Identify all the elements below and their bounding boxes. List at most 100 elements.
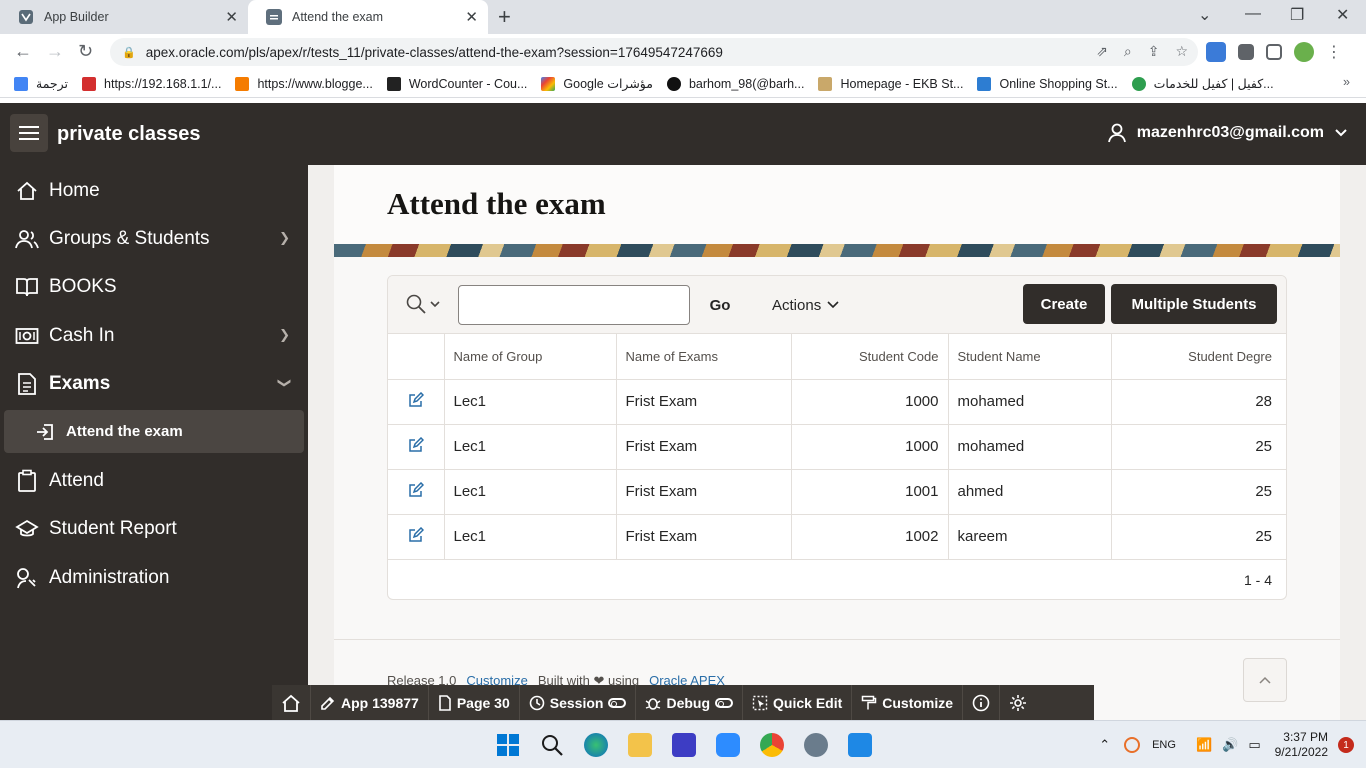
- zoom-icon[interactable]: ⌕: [1124, 43, 1132, 60]
- edge-icon[interactable]: [584, 733, 608, 757]
- chevron-up-icon[interactable]: ⌃: [1099, 737, 1110, 753]
- edit-icon[interactable]: [408, 391, 424, 412]
- bookmark-wordcounter[interactable]: WordCounter - Cou...: [386, 76, 527, 91]
- bookmark-router[interactable]: https://192.168.1.1/...: [82, 76, 221, 91]
- chrome-menu-icon[interactable]: ⋮: [1326, 42, 1342, 62]
- column-header-student-name[interactable]: Student Name: [948, 334, 1112, 380]
- windows-start-icon[interactable]: [496, 733, 520, 757]
- bookmark-kafil[interactable]: كفيل | كفيل للخدمات...: [1131, 76, 1274, 91]
- nav-item-attend[interactable]: Attend: [0, 459, 308, 503]
- app-icon[interactable]: [804, 733, 828, 757]
- search-column-selector[interactable]: [406, 294, 440, 314]
- nav-item-student-report[interactable]: Student Report: [0, 507, 308, 551]
- bookmark-star-icon[interactable]: ☆: [1175, 43, 1188, 60]
- chrome-icon[interactable]: [760, 733, 784, 757]
- actions-menu-button[interactable]: Actions: [772, 285, 839, 325]
- close-tab-icon[interactable]: ✕: [225, 8, 238, 26]
- multiple-students-button[interactable]: Multiple Students: [1111, 284, 1277, 324]
- volume-icon[interactable]: 🔊: [1222, 737, 1238, 753]
- forward-icon[interactable]: →: [46, 41, 64, 62]
- nav-item-home[interactable]: Home: [0, 169, 308, 213]
- edit-icon[interactable]: [408, 481, 424, 502]
- battery-icon[interactable]: ▭: [1248, 737, 1260, 753]
- search-icon[interactable]: [540, 733, 564, 757]
- profile-avatar[interactable]: [1294, 42, 1314, 62]
- edit-icon[interactable]: [408, 436, 424, 457]
- bookmark-blogger[interactable]: https://www.blogge...: [235, 76, 373, 91]
- app-icon[interactable]: [672, 733, 696, 757]
- tray-app-icon[interactable]: [1124, 737, 1141, 753]
- chevron-right-icon[interactable]: ❯: [279, 230, 290, 246]
- tab-attend-the-exam[interactable]: Attend the exam ✕: [248, 0, 488, 34]
- user-menu[interactable]: mazenhrc03@gmail.com: [1107, 123, 1348, 143]
- edit-row-link[interactable]: [388, 379, 445, 425]
- dev-app-button[interactable]: App 139877: [311, 685, 429, 720]
- column-header-student-degree[interactable]: Student Degre: [1111, 334, 1286, 380]
- edit-row-link[interactable]: [388, 469, 445, 515]
- nav-item-administration[interactable]: Administration: [0, 556, 308, 600]
- search-input[interactable]: [458, 285, 690, 325]
- dev-page-button[interactable]: Page 30: [429, 685, 520, 720]
- table-row: Lec1 Frist Exam 1002 kareem 25: [388, 514, 1286, 560]
- media-player-icon[interactable]: [848, 733, 872, 757]
- address-bar[interactable]: 🔒 apex.oracle.com/pls/apex/r/tests_11/pr…: [110, 38, 1198, 66]
- dev-info-button[interactable]: [963, 685, 1001, 720]
- dev-session-button[interactable]: Session: [520, 685, 637, 720]
- dev-home-button[interactable]: [272, 685, 311, 720]
- bookmark-translate[interactable]: ترجمة: [14, 76, 68, 91]
- nav-item-groups-students[interactable]: Groups & Students ❯: [0, 217, 308, 261]
- edit-icon[interactable]: [408, 526, 424, 547]
- dev-debug-button[interactable]: Debug: [636, 685, 744, 720]
- more-bookmarks-icon[interactable]: »: [1343, 75, 1350, 89]
- nav-item-attend-the-exam[interactable]: Attend the exam: [4, 410, 304, 453]
- nav-item-books[interactable]: BOOKS: [0, 265, 308, 309]
- create-button[interactable]: Create: [1023, 284, 1105, 324]
- zoom-icon[interactable]: [716, 733, 740, 757]
- tab-search-chevron-icon[interactable]: ⌄: [1198, 5, 1211, 25]
- nav-item-exams[interactable]: Exams ❯: [0, 362, 308, 406]
- bookmark-google-trends[interactable]: Google مؤشرات: [541, 76, 653, 91]
- extensions-puzzle-icon[interactable]: [1238, 44, 1254, 60]
- open-external-icon[interactable]: ⇗: [1096, 43, 1108, 60]
- menu-toggle-button[interactable]: [10, 114, 48, 152]
- go-button[interactable]: Go: [698, 285, 742, 325]
- cell-exam: Frist Exam: [616, 514, 792, 560]
- tab-app-builder[interactable]: App Builder ✕: [0, 0, 248, 34]
- nav-item-cash-in[interactable]: Cash In ❯: [0, 314, 308, 358]
- scroll-to-top-button[interactable]: [1243, 658, 1287, 702]
- maximize-icon[interactable]: ❐: [1290, 5, 1304, 25]
- language-indicator[interactable]: ENG: [1152, 739, 1176, 751]
- close-tab-icon[interactable]: ✕: [465, 8, 478, 26]
- session-toggle-icon[interactable]: [608, 697, 627, 708]
- ekb-icon: [818, 76, 833, 91]
- file-explorer-icon[interactable]: [628, 733, 652, 757]
- clock[interactable]: 3:37 PM 9/21/2022: [1275, 730, 1328, 760]
- side-panel-icon[interactable]: [1266, 44, 1282, 60]
- extension-icon[interactable]: [1206, 42, 1226, 62]
- column-header-group[interactable]: Name of Group: [444, 334, 617, 380]
- edit-row-link[interactable]: [388, 514, 445, 560]
- app-title[interactable]: private classes: [57, 123, 200, 146]
- bookmark-ekb[interactable]: Homepage - EKB St...: [818, 76, 963, 91]
- edit-row-link[interactable]: [388, 424, 445, 470]
- bookmark-online-shopping[interactable]: Online Shopping St...: [977, 76, 1118, 91]
- minimize-icon[interactable]: —: [1245, 5, 1261, 23]
- dev-quick-edit-button[interactable]: Quick Edit: [743, 685, 853, 720]
- share-icon[interactable]: ⇪: [1148, 43, 1160, 60]
- bookmark-tiktok[interactable]: barhom_98(@barh...: [666, 76, 804, 91]
- chevron-down-icon[interactable]: ❯: [277, 378, 293, 389]
- dev-settings-button[interactable]: [1000, 685, 1036, 720]
- notification-badge[interactable]: 1: [1338, 737, 1354, 753]
- column-header-student-code[interactable]: Student Code: [791, 334, 949, 380]
- reload-icon[interactable]: ↻: [78, 41, 93, 62]
- back-icon[interactable]: ←: [14, 41, 32, 62]
- close-window-icon[interactable]: ✕: [1336, 5, 1349, 25]
- chevron-right-icon[interactable]: ❯: [279, 327, 290, 343]
- wifi-icon[interactable]: 📶: [1196, 737, 1212, 753]
- tab-title: App Builder: [44, 10, 109, 24]
- debug-toggle-icon[interactable]: [715, 697, 734, 708]
- column-header-exam[interactable]: Name of Exams: [616, 334, 792, 380]
- dev-customize-button[interactable]: Customize: [852, 685, 964, 720]
- new-tab-icon[interactable]: +: [498, 4, 511, 30]
- users-icon: [15, 227, 39, 251]
